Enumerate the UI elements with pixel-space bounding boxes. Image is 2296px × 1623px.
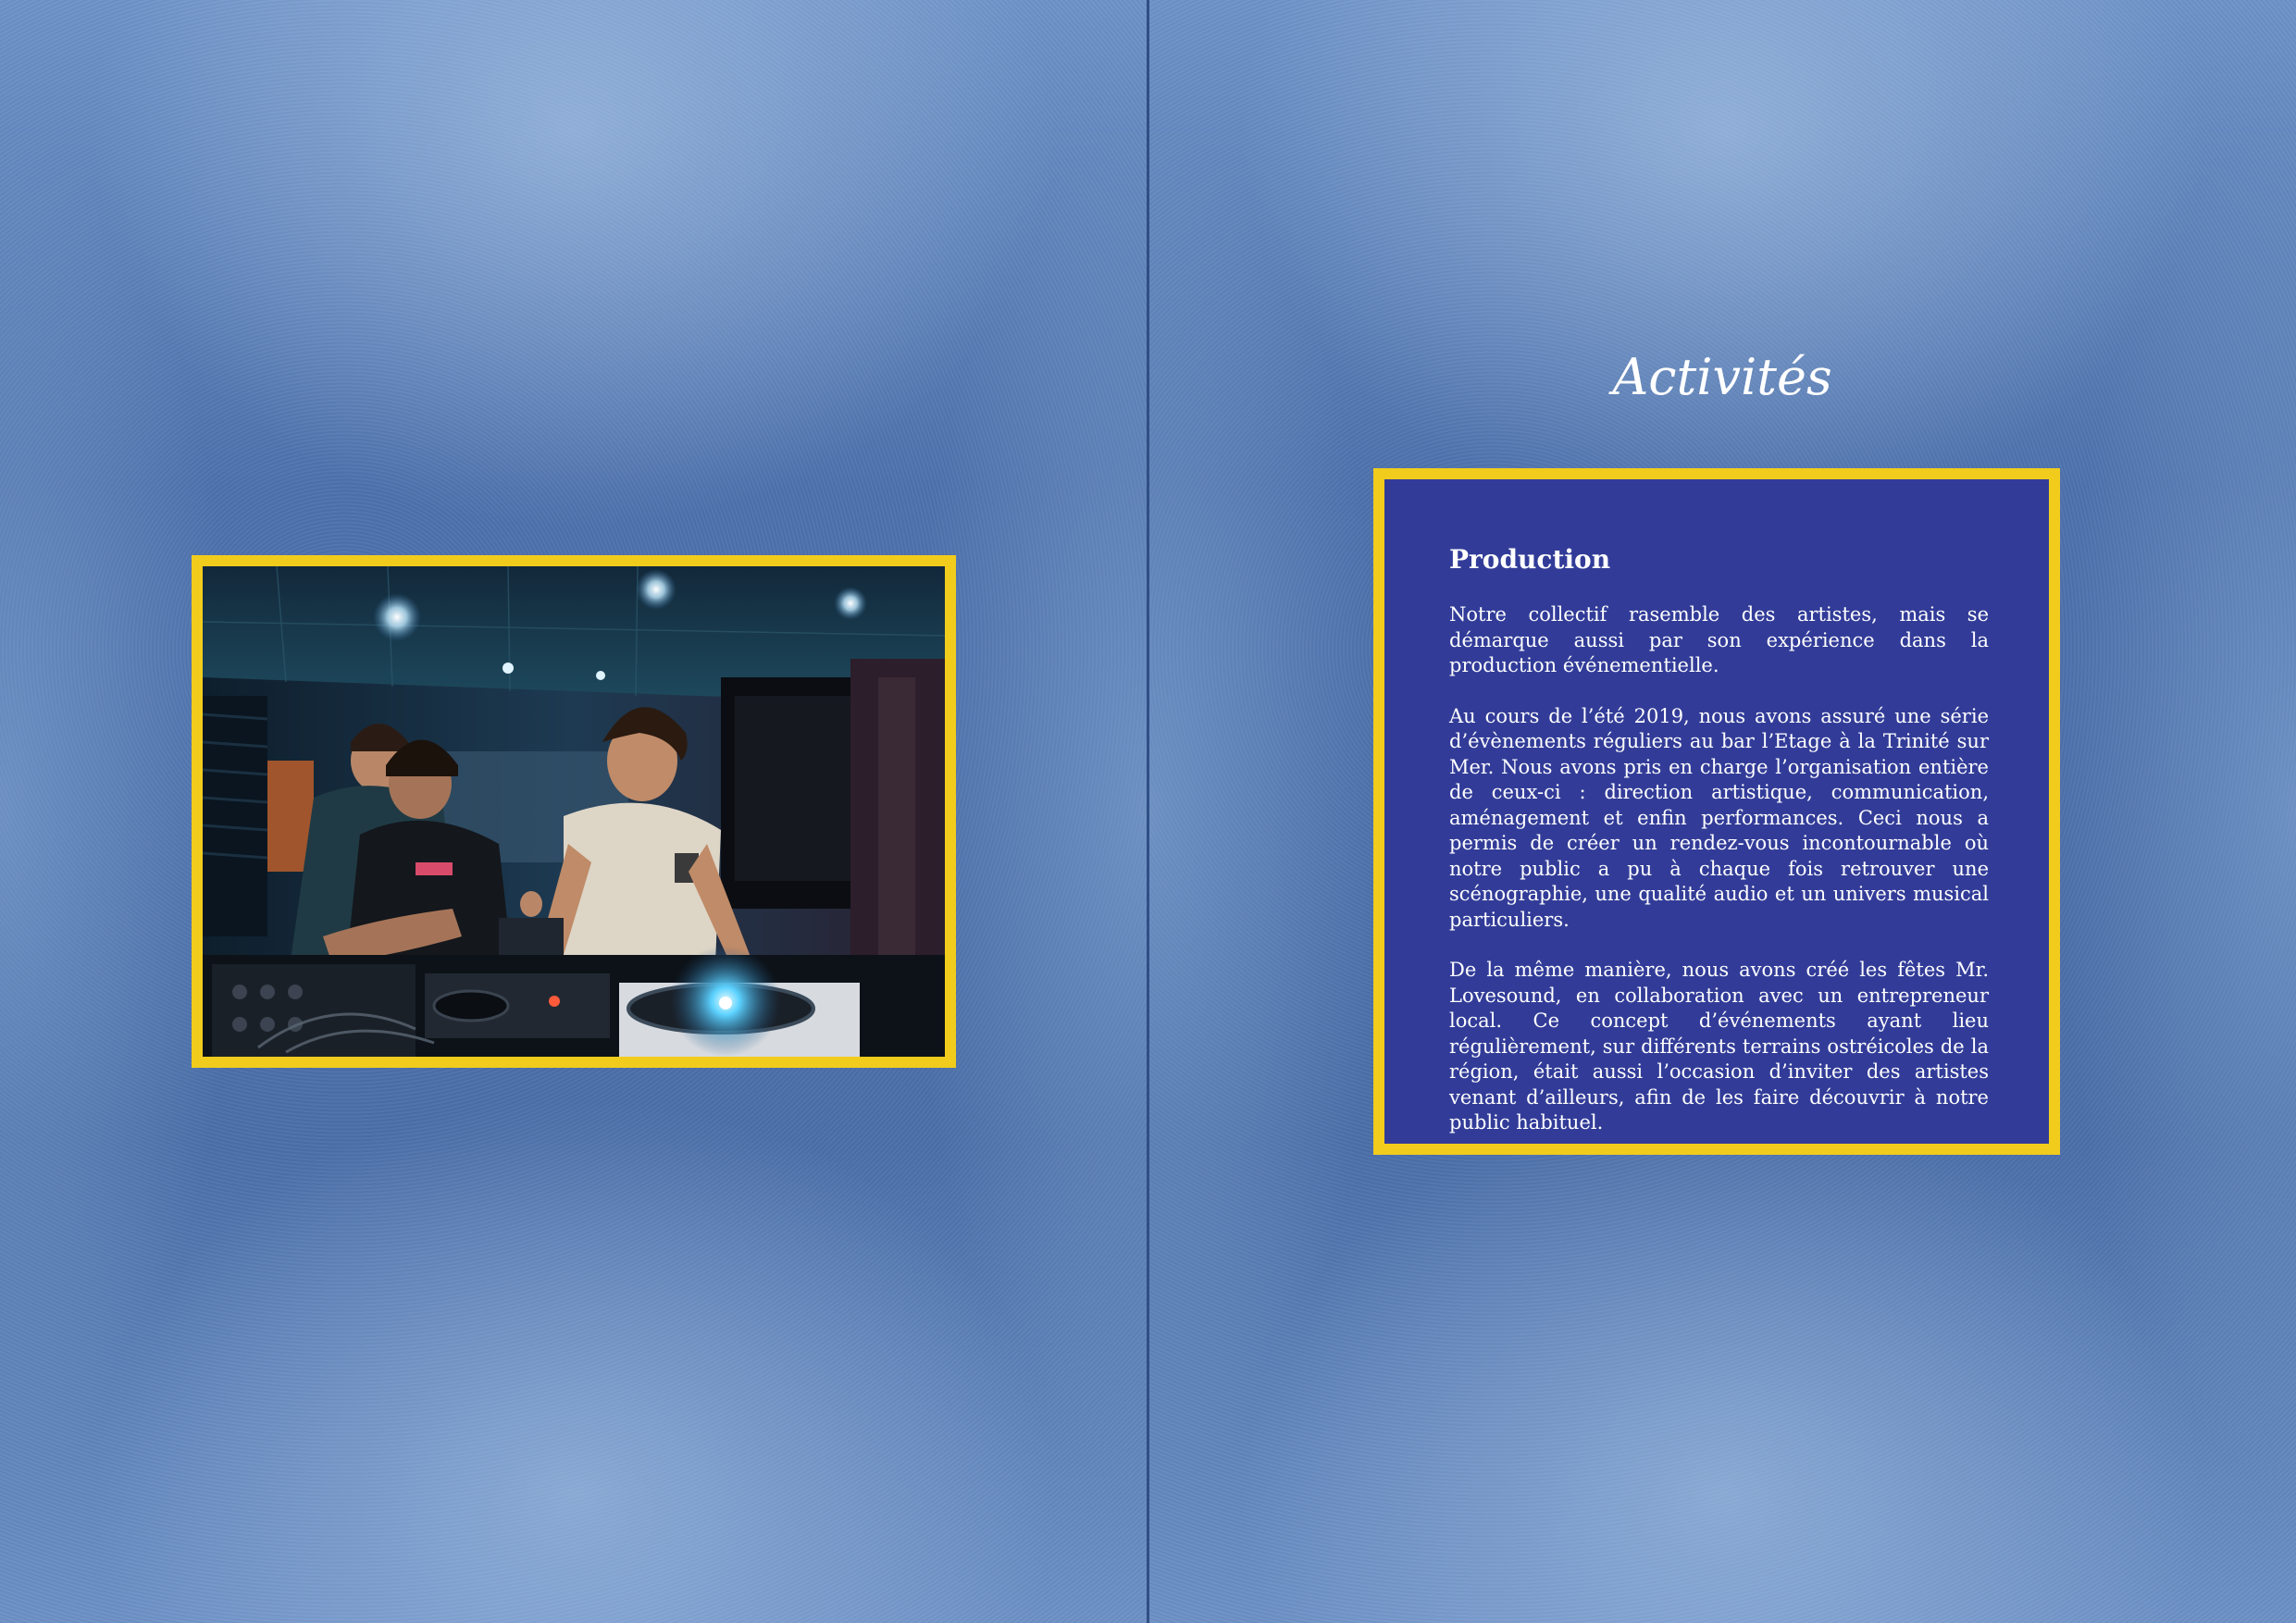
paragraph-3: De la même manière, nous avons créé les … bbox=[1449, 959, 1989, 1134]
section-title: Activités bbox=[1612, 348, 1832, 406]
page-gutter bbox=[1147, 0, 1149, 1623]
paragraph-2: Au cours de l’été 2019, nous avons assur… bbox=[1449, 704, 1989, 931]
dj-photo-frame bbox=[192, 555, 956, 1068]
dj-photo bbox=[203, 566, 945, 1057]
production-box: Production Notre collectif rasemble des … bbox=[1373, 468, 2060, 1155]
brochure-spread: Activités Production Notre collectif ras… bbox=[0, 0, 2296, 1623]
box-heading: Production bbox=[1449, 544, 1611, 575]
paragraph-1: Notre collectif rasemble des artistes, m… bbox=[1449, 603, 1989, 676]
